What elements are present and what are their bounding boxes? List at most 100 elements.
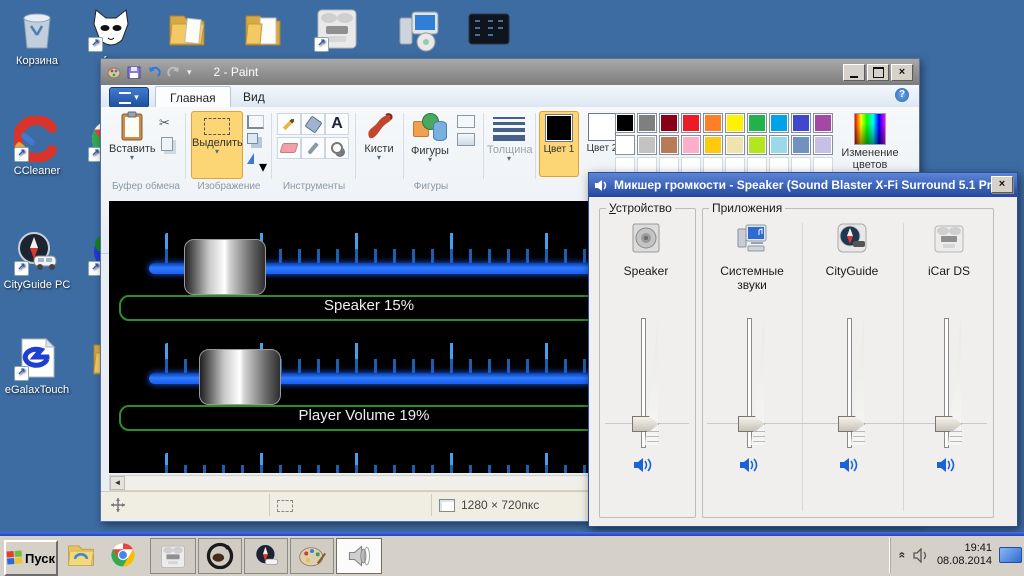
redo-button[interactable] [167,66,181,79]
desktop-icon-mixer-panel[interactable] [452,6,526,55]
mixer-titlebar[interactable]: Микшер громкости - Speaker (Sound Blaste… [589,173,1017,197]
tray-display-icon[interactable] [999,547,1022,563]
desktop-icon-setup[interactable] [382,6,456,55]
palette-swatch[interactable] [747,135,767,155]
desktop-icon-label: Корзина [0,55,74,67]
select-icon [204,118,230,135]
egalaxtouch-icon: ↗ [14,335,60,381]
edit-colors-button[interactable]: Изменение цветов [839,111,901,177]
tray-volume-icon[interactable] [913,548,930,563]
eraser-tool[interactable] [277,137,301,159]
taskbar-chrome-button[interactable] [104,538,142,572]
color1-button[interactable]: Цвет 1 [539,111,579,177]
palette-swatch[interactable] [637,113,657,133]
pencil-tool[interactable] [277,113,301,135]
desktop-icon-label: eGalaxTouch [0,384,74,396]
image-size-text: 1280 × 720пкс [461,498,539,512]
tab-view[interactable]: Вид [229,86,279,107]
tab-home[interactable]: Главная [155,86,231,108]
system-sounds-mute-button[interactable] [738,455,760,475]
chevron-down-icon: ▾ [359,155,399,161]
palette-swatch[interactable] [769,135,789,155]
fill-tool[interactable] [301,113,325,135]
select-button[interactable]: Выделить ▾ [191,111,243,179]
crop-button[interactable] [247,115,264,129]
paste-button[interactable]: Вставить ▾ [109,111,155,177]
minimize-button[interactable] [843,64,865,81]
palette-swatch[interactable] [703,113,723,133]
shape-outline-button[interactable] [457,115,475,128]
taskbar-volume-button[interactable] [336,538,382,574]
taskbar: Пуск « 19:41 08.08.2014 [0,532,1024,576]
speaker-mute-button[interactable] [632,455,654,475]
palette-swatch[interactable] [813,113,833,133]
paint-app-menu-button[interactable]: ▾ [109,87,149,108]
palette-swatch[interactable] [725,135,745,155]
resize-button[interactable] [247,133,258,144]
shapes-icon [413,113,447,143]
tray-clock[interactable]: 19:41 08.08.2014 [937,542,992,568]
palette-swatch[interactable] [791,135,811,155]
speaker-volume-icon [935,455,957,475]
group-label-shapes: Фигуры [414,181,448,192]
palette-swatch[interactable] [615,135,635,155]
desktop-icon-ccleaner[interactable]: ↗ CCleaner [0,116,74,177]
start-label: Пуск [25,551,55,566]
mixer-channel-icar-ds: iCar DS [904,221,994,278]
thickness-button[interactable]: Толщина ▾ [487,111,531,177]
palette-swatch[interactable] [813,135,833,155]
text-tool[interactable]: A [325,113,349,135]
shapes-button[interactable]: Фигуры ▾ [407,111,453,177]
rotate-button[interactable] [247,153,254,164]
close-button[interactable]: × [891,64,913,81]
paint-titlebar[interactable]: ▾ 2 - Paint × [101,59,919,85]
palette-swatch[interactable] [681,135,701,155]
maximize-button[interactable] [867,64,889,81]
taskbar-dark-app-button[interactable] [198,538,242,574]
chevron-down-icon: ▾ [407,157,453,163]
taskbar-cityguide-button[interactable] [244,538,288,574]
taskbar-paint-button[interactable] [290,538,334,574]
color1-swatch [545,114,573,142]
cityguide-mute-button[interactable] [838,455,860,475]
cut-button[interactable]: ✂ [159,115,170,131]
palette-swatch[interactable] [725,113,745,133]
palette-swatch[interactable] [659,135,679,155]
palette-swatch[interactable] [681,113,701,133]
palette-swatch[interactable] [637,135,657,155]
palette-swatch[interactable] [659,113,679,133]
help-button[interactable]: ? [895,88,909,102]
save-button[interactable] [127,66,141,79]
palette-swatch[interactable] [747,113,767,133]
taskbar-explorer-button[interactable] [62,538,100,572]
palette-swatch[interactable] [615,113,635,133]
copy-button[interactable] [161,137,173,151]
desktop-icon-folder-2[interactable] [226,6,300,55]
desktop-icon-cityguide-pc[interactable]: ↗ CityGuide PC [0,230,74,291]
scroll-left-icon[interactable]: ◄ [110,476,125,490]
magnifier-tool[interactable] [325,137,349,159]
desktop-icon-recycle-bin[interactable]: Корзина [0,6,74,67]
brushes-button[interactable]: Кисти ▾ [359,111,399,177]
palette-swatch[interactable] [703,135,723,155]
taskbar-icar-ds-button[interactable] [150,538,196,574]
recycle-bin-icon [14,6,60,52]
shape-fill-button[interactable] [457,133,475,146]
undo-button[interactable] [147,66,161,79]
canvas-slider1-handle [184,239,266,295]
desktop-icon-egalaxtouch[interactable]: ↗ eGalaxTouch [0,335,74,396]
brush-icon [364,111,394,141]
selection-size-icon [277,500,293,512]
start-button[interactable]: Пуск [4,540,58,576]
color-picker-tool[interactable] [301,137,325,159]
palette-swatch[interactable] [769,113,789,133]
qat-dropdown-icon[interactable]: ▾ [187,69,192,75]
mixer-channel-system-sounds: Системные звуки [707,221,797,292]
close-button[interactable]: × [991,176,1013,193]
desktop-icon-folder-1[interactable] [150,6,224,55]
desktop-icon-icar-ds[interactable]: ↗ [300,6,374,55]
channel-name: iCar DS [904,264,994,278]
tray-expand-icon[interactable]: « [896,552,910,559]
icar-ds-mute-button[interactable] [935,455,957,475]
palette-swatch[interactable] [791,113,811,133]
